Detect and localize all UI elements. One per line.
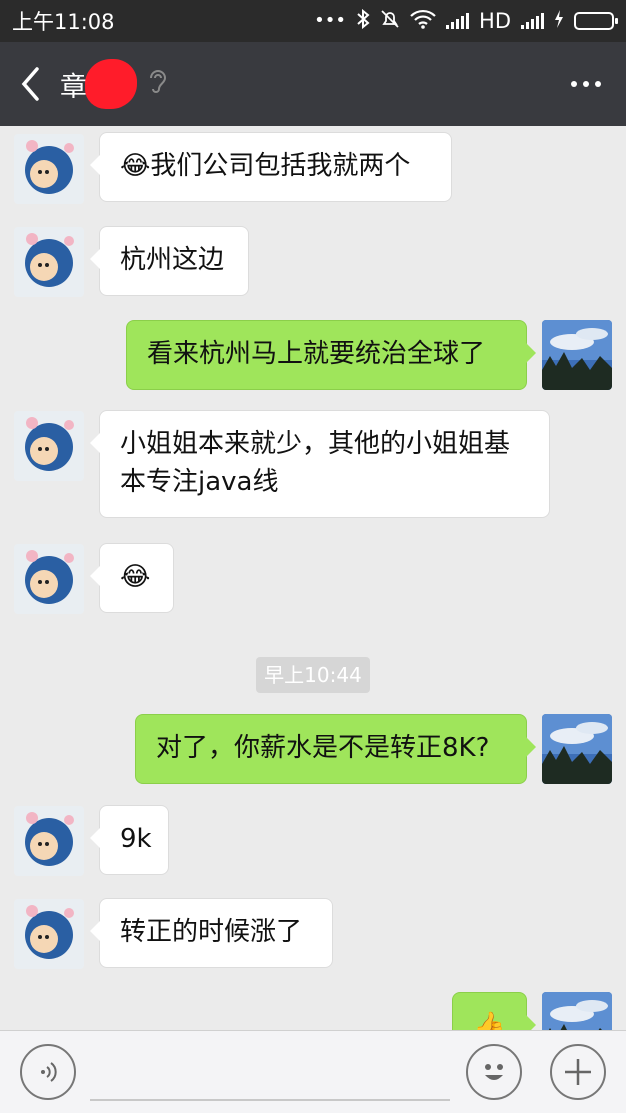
message-text: 9k xyxy=(120,824,152,854)
timestamp-divider: 早上10:44 xyxy=(256,657,370,693)
contact-name: 章 xyxy=(60,71,87,103)
network-label: HD xyxy=(479,9,511,33)
input-bar xyxy=(0,1030,626,1113)
more-button[interactable] xyxy=(546,42,626,126)
chevron-left-icon xyxy=(21,67,39,101)
message-bubble[interactable]: 😂 xyxy=(90,543,174,613)
status-icons: ••• HD xyxy=(314,8,618,33)
lightning-icon xyxy=(554,10,564,32)
ear-icon xyxy=(147,68,167,100)
contact-avatar[interactable] xyxy=(14,134,84,204)
more-dot xyxy=(571,81,577,87)
message-bubble[interactable]: 9k xyxy=(90,805,169,875)
emoji-button[interactable] xyxy=(466,1044,522,1100)
bell-off-icon xyxy=(380,9,400,33)
my-avatar[interactable] xyxy=(542,320,612,390)
more-dots-status: ••• xyxy=(314,10,347,31)
message-text: 对了，你薪水是不是转正8K? xyxy=(156,733,490,763)
contact-avatar[interactable] xyxy=(14,899,84,969)
voice-button[interactable] xyxy=(20,1044,76,1100)
contact-avatar[interactable] xyxy=(14,544,84,614)
signal-icon xyxy=(446,13,470,29)
thumbs-up-emoji: 👍 xyxy=(473,1011,506,1030)
signal-icon-2 xyxy=(521,13,544,29)
message-bubble[interactable]: 对了，你薪水是不是转正8K? xyxy=(135,714,536,784)
contact-avatar[interactable] xyxy=(14,227,84,297)
message-bubble[interactable]: 转正的时候涨了 xyxy=(90,898,333,968)
contact-avatar[interactable] xyxy=(14,806,84,876)
my-avatar[interactable] xyxy=(542,992,612,1030)
message-text: 小姐姐本来就少，其他的小姐姐基本专注java线 xyxy=(120,429,511,497)
more-dot xyxy=(595,81,601,87)
my-avatar[interactable] xyxy=(542,714,612,784)
message-bubble[interactable]: 小姐姐本来就少，其他的小姐姐基本专注java线 xyxy=(90,410,550,518)
back-button[interactable] xyxy=(0,42,60,126)
status-bar: 上午11:08 ••• HD xyxy=(0,0,626,42)
message-input[interactable] xyxy=(90,1045,450,1101)
message-text: 杭州这边 xyxy=(120,245,225,275)
plus-button[interactable] xyxy=(550,1044,606,1100)
emoji-laugh: 😂 xyxy=(120,562,151,592)
plus-icon xyxy=(565,1059,591,1085)
message-text: 转正的时候涨了 xyxy=(120,917,303,947)
wifi-icon xyxy=(410,9,436,33)
redaction-mark xyxy=(85,59,137,109)
message-bubble[interactable]: 👍 xyxy=(452,992,536,1030)
chat-messages[interactable]: 😂我们公司包括我就两个 杭州这边 看来杭州马上就要统治全球了 小姐姐本来就少，其… xyxy=(0,126,626,1030)
chat-title: 章 xyxy=(60,59,167,109)
voice-icon xyxy=(41,1062,57,1082)
message-text: 看来杭州马上就要统治全球了 xyxy=(147,339,486,369)
message-text: 我们公司包括我就两个 xyxy=(150,151,411,181)
contact-avatar[interactable] xyxy=(14,411,84,481)
chat-header: 章 xyxy=(0,42,626,126)
message-bubble[interactable]: 😂我们公司包括我就两个 xyxy=(90,132,452,202)
smiley-icon xyxy=(485,1064,503,1080)
emoji-laugh: 😂 xyxy=(120,151,151,181)
status-time: 上午11:08 xyxy=(12,10,115,34)
message-bubble[interactable]: 看来杭州马上就要统治全球了 xyxy=(126,320,536,390)
battery-icon xyxy=(574,12,618,30)
bluetooth-icon xyxy=(356,8,370,33)
message-bubble[interactable]: 杭州这边 xyxy=(90,226,249,296)
more-dot xyxy=(583,81,589,87)
